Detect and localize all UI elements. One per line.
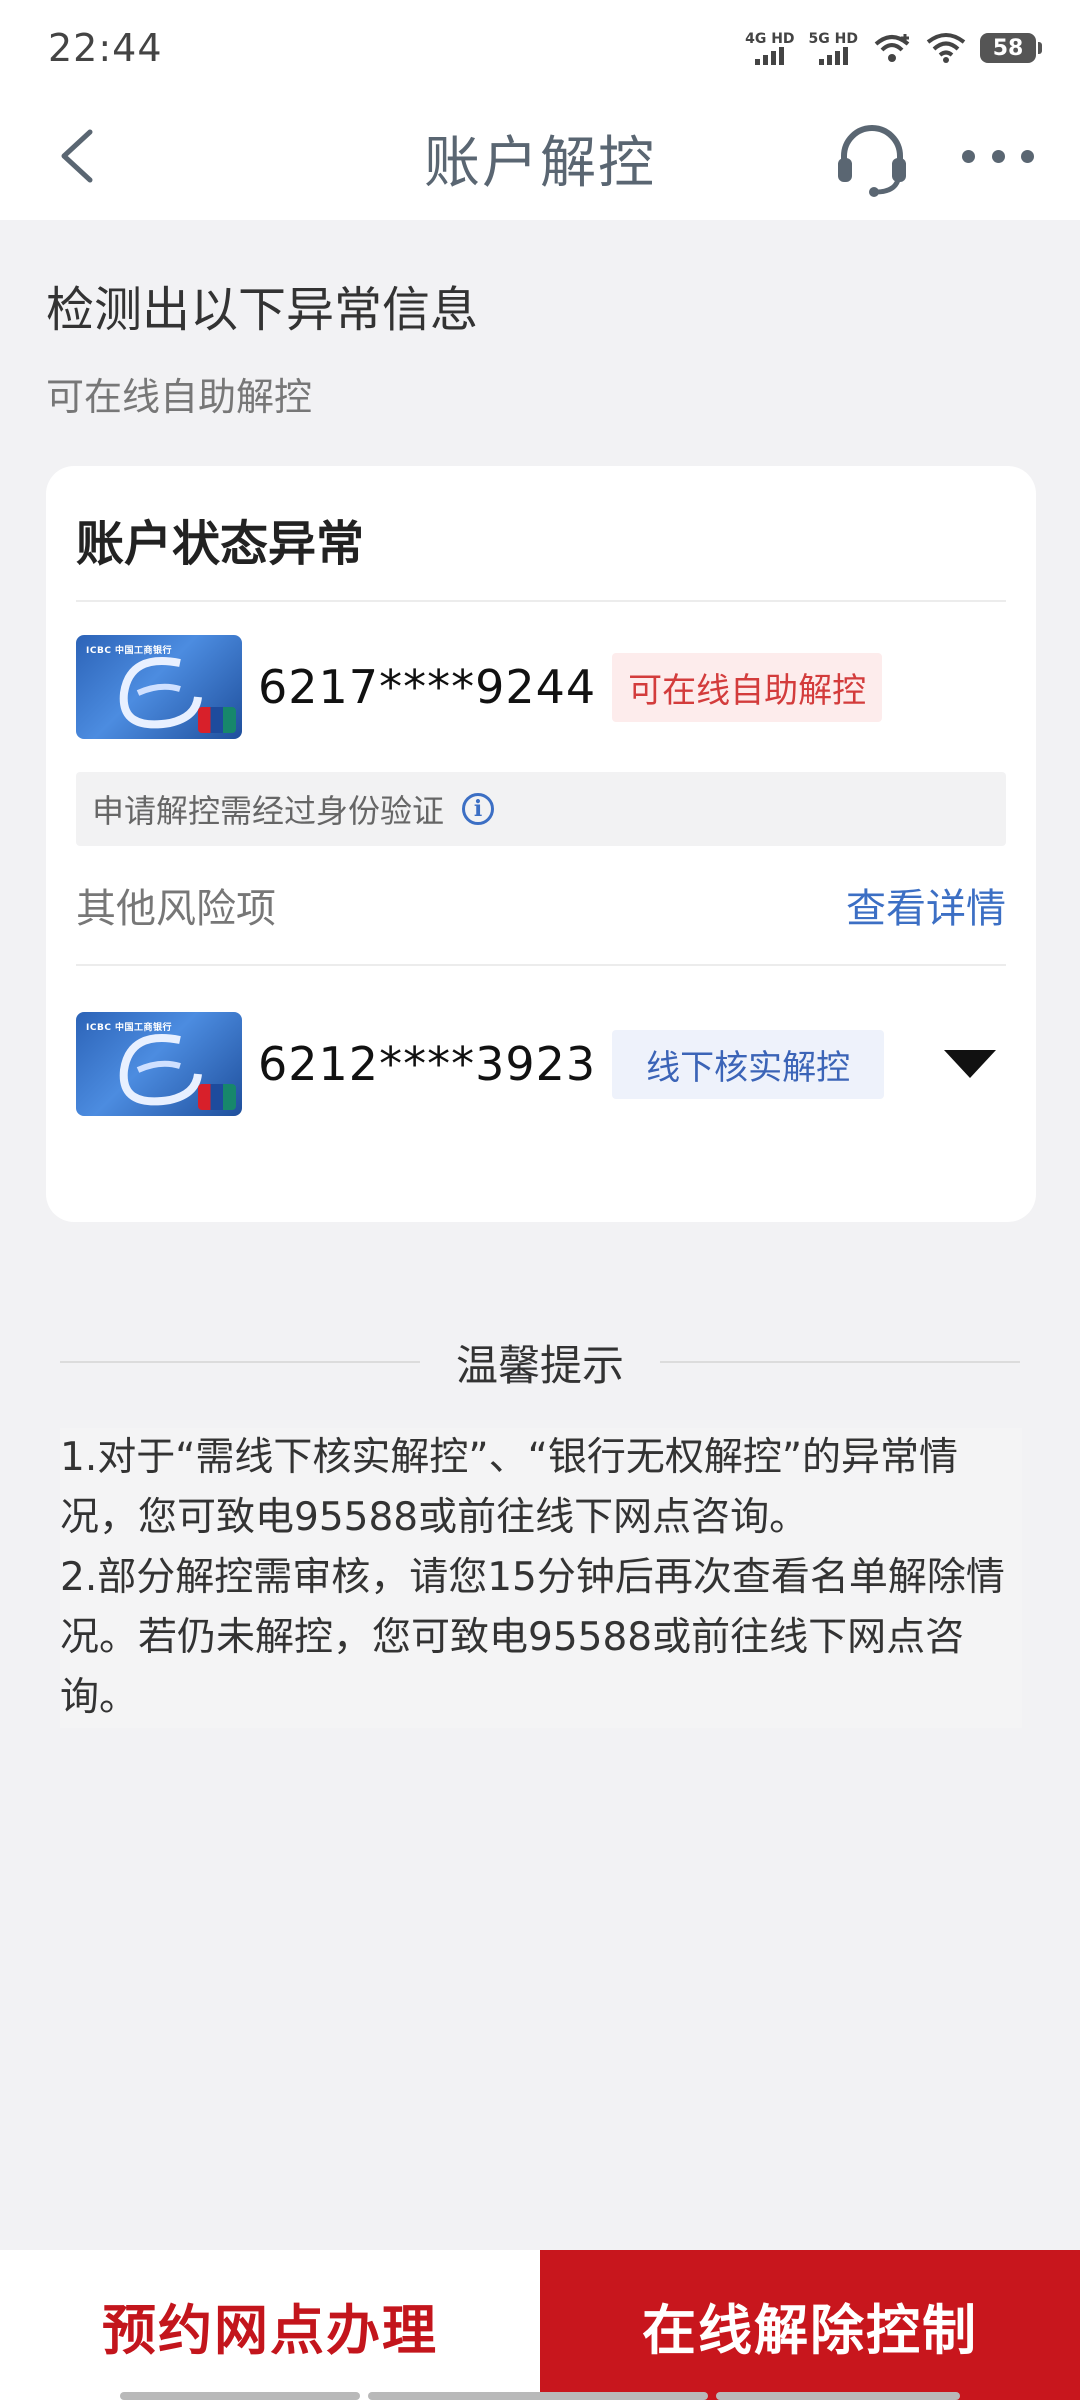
- bank-card-image: ICBC 中国工商银行: [76, 635, 242, 739]
- headset-icon[interactable]: [832, 118, 912, 198]
- e-swirl-icon: [119, 1034, 202, 1106]
- status-badge-offline: 线下核实解控: [612, 1029, 885, 1099]
- signal-bars-icon: [818, 47, 848, 65]
- chevron-left-icon[interactable]: [48, 124, 108, 188]
- page-title: 账户解控: [424, 130, 656, 196]
- tip-item-2: 2.部分解控需审核，请您15分钟后再次查看名单解除情况。若仍未解控，您可致电95…: [60, 1555, 1005, 1720]
- status-bar: 22:44 4G HD 5G HD 58: [0, 0, 1080, 96]
- home-indicator: [120, 2392, 960, 2400]
- battery-icon: 58: [980, 33, 1042, 63]
- other-risks-label: 其他风险项: [76, 886, 276, 932]
- network-4g-indicator: 4G HD: [745, 31, 795, 65]
- info-icon[interactable]: i: [462, 793, 495, 825]
- view-details-link[interactable]: 查看详情: [846, 876, 1006, 934]
- wifi-icon: [926, 33, 966, 63]
- more-dots-icon[interactable]: [962, 136, 1034, 176]
- online-unlock-button[interactable]: 在线解除控制: [540, 2250, 1080, 2400]
- divider: [660, 1361, 1021, 1363]
- book-branch-button[interactable]: 预约网点办理: [0, 2250, 540, 2400]
- intro-subtitle: 可在线自助解控: [46, 375, 313, 419]
- nav-bar: 账户解控: [0, 96, 1080, 220]
- wifi-plus-icon: [874, 34, 910, 62]
- account-number: 6212****3923: [258, 1037, 597, 1091]
- bottom-action-bar: 预约网点办理 在线解除控制: [0, 2250, 1080, 2400]
- tips-header: 温馨提示: [60, 1332, 1021, 1392]
- e-swirl-icon: [119, 657, 202, 729]
- tip-item-1: 1.对于“需线下核实解控”、“银行无权解控”的异常情况，您可致电95588或前往…: [60, 1435, 959, 1540]
- account-number: 6217****9244: [258, 660, 597, 714]
- caret-down-icon[interactable]: [944, 1050, 996, 1078]
- divider: [60, 1361, 420, 1363]
- signal-bars-icon: [755, 47, 785, 65]
- intro-title: 检测出以下异常信息: [46, 282, 479, 338]
- tips-title: 温馨提示: [456, 1340, 625, 1390]
- network-5g-indicator: 5G HD: [809, 31, 858, 65]
- tips-body: 1.对于“需线下核实解控”、“银行无权解控”的异常情况，您可致电95588或前往…: [60, 1428, 1022, 1728]
- intro-section: 检测出以下异常信息 可在线自助解控: [46, 270, 478, 421]
- status-icons: 4G HD 5G HD 58: [745, 31, 1042, 65]
- unionpay-icon: [198, 1084, 236, 1110]
- unionpay-icon: [198, 707, 236, 733]
- status-time: 22:44: [48, 26, 163, 70]
- account-row-secondary[interactable]: ICBC 中国工商银行 6212****3923 线下核实解控: [76, 966, 1006, 1162]
- other-risks-row: 其他风险项 查看详情: [76, 846, 1006, 966]
- card-title: 账户状态异常: [76, 466, 1006, 602]
- bank-card-image: ICBC 中国工商银行: [76, 1012, 242, 1116]
- account-row-primary: ICBC 中国工商银行 6217****9244 可在线自助解控: [76, 602, 1006, 772]
- verification-note: 申请解控需经过身份验证 i: [76, 772, 1006, 846]
- status-badge-online: 可在线自助解控: [612, 652, 883, 722]
- account-status-card: 账户状态异常 ICBC 中国工商银行 6217****9244 可在线自助解控 …: [46, 466, 1036, 1222]
